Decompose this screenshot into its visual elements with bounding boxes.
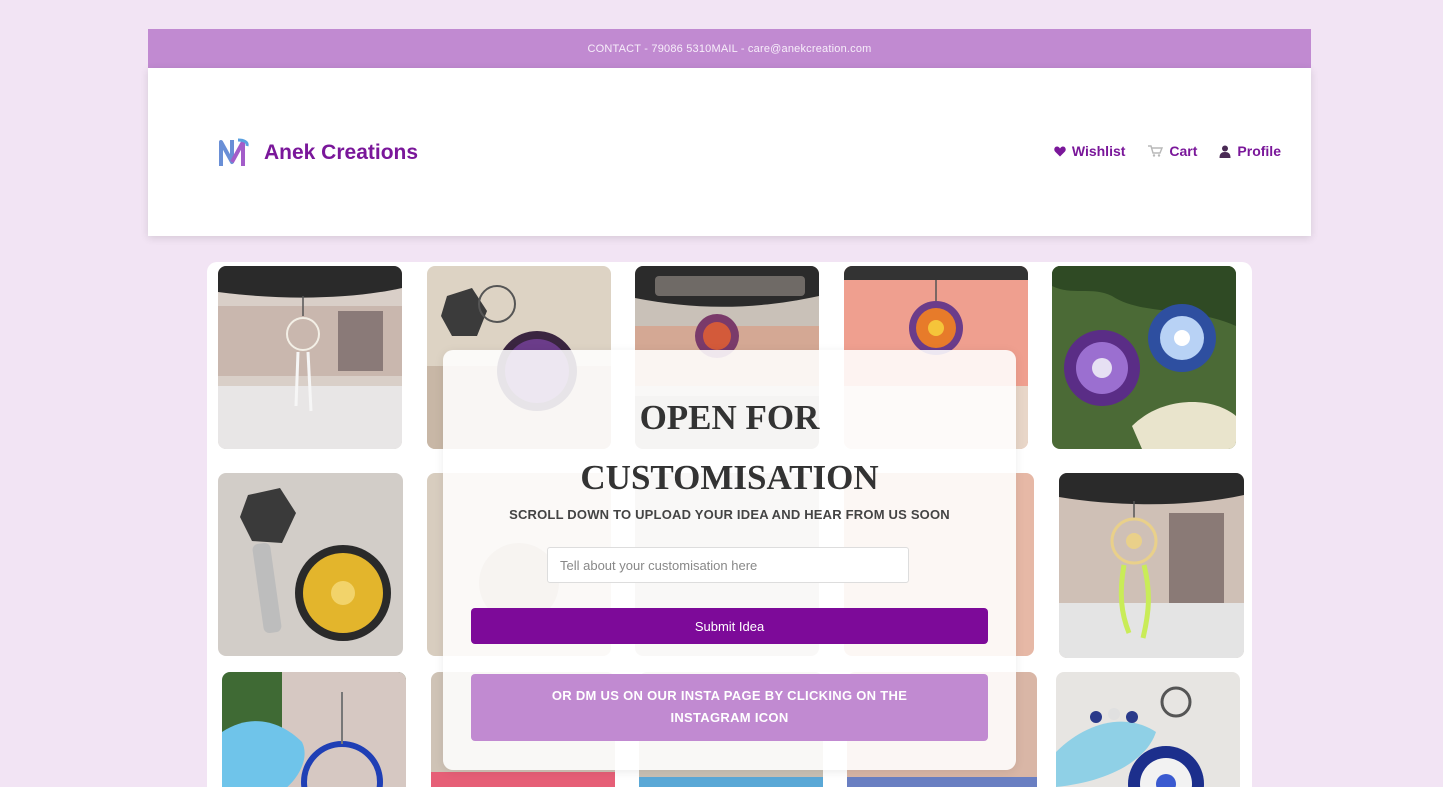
nav-wishlist[interactable]: Wishlist [1054,143,1126,159]
customisation-panel: OPEN FOR CUSTOMISATION SCROLL DOWN TO UP… [443,350,1016,770]
gallery-image[interactable] [1056,672,1240,787]
brand-name: Anek Creations [264,141,419,164]
nav-profile[interactable]: Profile [1219,143,1281,159]
nav-profile-label: Profile [1237,143,1281,159]
instagram-dm-banner[interactable]: OR DM US ON OUR INSTA PAGE BY CLICKING O… [471,674,988,741]
gallery-image[interactable] [218,473,403,656]
brand[interactable]: Anek Creations [218,136,418,170]
gallery-image[interactable] [1059,473,1244,658]
nav-wishlist-label: Wishlist [1071,143,1126,159]
anek-logo-icon [219,138,249,166]
nav-cart-label: Cart [1169,143,1198,159]
instagram-dm-line1: OR DM US ON OUR INSTA PAGE BY CLICKING O… [551,688,908,703]
submit-idea-button[interactable]: Submit Idea [471,608,988,644]
customisation-input[interactable] [547,547,909,583]
header-nav: Wishlist Cart Profile [1054,143,1281,159]
nav-cart[interactable]: Cart [1147,143,1197,159]
gallery-image[interactable] [218,266,402,449]
contact-bar: CONTACT - 79086 5310MAIL - care@anekcrea… [148,29,1311,68]
instagram-dm-line2: INSTAGRAM ICON [670,710,789,725]
customisation-title: OPEN FOR CUSTOMISATION [443,388,1016,508]
site-header: Anek Creations Wishlist Cart Profile [148,68,1311,236]
gallery-image[interactable] [222,672,406,787]
user-icon [1219,145,1231,158]
customisation-subtitle: SCROLL DOWN TO UPLOAD YOUR IDEA AND HEAR… [509,507,950,522]
customisation-title-line1: OPEN FOR [639,398,820,437]
heart-icon [1054,146,1066,156]
contact-text: CONTACT - 79086 5310MAIL - care@anekcrea… [587,42,872,55]
customisation-title-line2: CUSTOMISATION [580,458,879,497]
gallery-image[interactable] [1052,266,1236,449]
cart-icon [1148,145,1164,157]
